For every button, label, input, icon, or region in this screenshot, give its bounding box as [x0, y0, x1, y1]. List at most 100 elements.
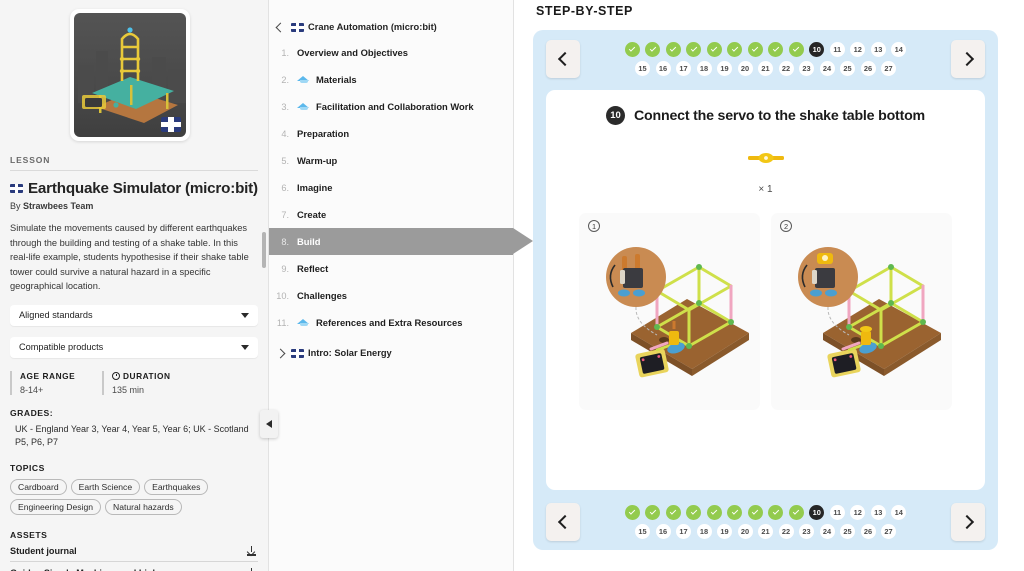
step-images: 1 2 [560, 213, 971, 410]
nav-item-overview-and-objectives[interactable]: 1. Overview and Objectives [269, 39, 513, 66]
nav-item-label: Facilitation and Collaboration Work [316, 101, 474, 112]
nav-item-label: References and Extra Resources [316, 317, 463, 328]
nav-footer-next-lesson[interactable]: Intro: Solar Energy [269, 336, 513, 358]
nav-item-number: 8. [281, 236, 289, 247]
nav-item-challenges[interactable]: 10. Challenges [269, 282, 513, 309]
step-dot-27[interactable]: 27 [881, 61, 896, 76]
step-dot-2[interactable] [645, 42, 661, 57]
step-dot-5[interactable] [706, 42, 722, 57]
step-dot-16[interactable]: 16 [655, 524, 671, 539]
step-dot-25[interactable]: 25 [840, 524, 855, 539]
step-dot-2[interactable] [645, 505, 661, 520]
step-dot-23[interactable]: 23 [799, 61, 814, 76]
step-dot-20[interactable]: 20 [737, 524, 753, 539]
step-image-1[interactable]: 1 [579, 213, 760, 410]
step-number-badge: 10 [606, 106, 626, 125]
step-dot-22[interactable]: 22 [778, 524, 794, 539]
step-dot-3[interactable] [665, 505, 681, 520]
step-dot-19[interactable]: 19 [717, 61, 732, 76]
step-dot-3[interactable] [665, 42, 681, 57]
asset-row[interactable]: Guide - Simple Machines and Linkages [10, 562, 258, 571]
topic-chip[interactable]: Engineering Design [10, 498, 102, 515]
step-dot-6[interactable] [727, 42, 743, 57]
nav-item-create[interactable]: 7. Create [269, 201, 513, 228]
step-dot-6[interactable] [727, 505, 743, 520]
step-dot-27[interactable]: 27 [881, 524, 896, 539]
step-dot-26[interactable]: 26 [860, 524, 876, 539]
step-dot-14[interactable]: 14 [891, 505, 907, 520]
step-dot-13[interactable]: 13 [870, 505, 886, 520]
step-dot-9[interactable] [788, 505, 804, 520]
next-step-button-bottom[interactable] [951, 503, 985, 541]
step-dot-22[interactable]: 22 [778, 61, 794, 76]
step-dot-1[interactable] [624, 505, 640, 520]
step-dot-7[interactable] [747, 42, 763, 57]
prev-step-button-bottom[interactable] [546, 503, 580, 541]
step-dot-17[interactable]: 17 [676, 61, 691, 76]
nav-item-warm-up[interactable]: 5. Warm-up [269, 147, 513, 174]
step-dot-21[interactable]: 21 [758, 61, 773, 76]
nav-item-number: 2. [281, 74, 289, 85]
nav-item-label: Reflect [297, 263, 329, 274]
check-icon [711, 508, 718, 515]
step-dot-8[interactable] [768, 505, 784, 520]
step-dot-8[interactable] [768, 42, 784, 57]
step-dot-9[interactable] [788, 42, 804, 57]
step-dot-19[interactable]: 19 [717, 524, 732, 539]
nav-item-facilitation-and-collaboration-work[interactable]: 3. Facilitation and Collaboration Work [269, 93, 513, 120]
step-dot-20[interactable]: 20 [737, 61, 753, 76]
divider [10, 170, 258, 171]
nav-header-prev-lesson[interactable]: Crane Automation (micro:bit) [269, 22, 513, 32]
chevron-left-icon [557, 51, 572, 67]
step-dot-18[interactable]: 18 [696, 524, 712, 539]
step-dot-4[interactable] [686, 505, 702, 520]
collapse-panel-button[interactable] [260, 410, 278, 438]
step-dot-11[interactable]: 11 [829, 42, 845, 57]
step-dot-13[interactable]: 13 [870, 42, 886, 57]
step-dot-10[interactable]: 10 [809, 505, 825, 520]
step-dot-16[interactable]: 16 [655, 61, 671, 76]
sidebar-scrollbar-thumb[interactable] [262, 232, 266, 268]
topic-chip[interactable]: Natural hazards [105, 498, 182, 515]
nav-item-imagine[interactable]: 6. Imagine [269, 174, 513, 201]
step-dot-18[interactable]: 18 [696, 61, 712, 76]
step-dot-4[interactable] [686, 42, 702, 57]
accordion-aligned-standards[interactable]: Aligned standards [10, 304, 258, 326]
nav-item-preparation[interactable]: 4. Preparation [269, 120, 513, 147]
step-dot-7[interactable] [747, 505, 763, 520]
download-icon[interactable] [247, 567, 256, 571]
step-dot-24[interactable]: 24 [819, 524, 835, 539]
topic-chip[interactable]: Earth Science [70, 478, 141, 495]
step-dot-17[interactable]: 17 [676, 524, 691, 539]
accordion-compatible-products[interactable]: Compatible products [10, 336, 258, 358]
nav-item-build[interactable]: 8. Build [269, 228, 533, 255]
step-dot-15[interactable]: 15 [635, 524, 650, 539]
step-dot-24[interactable]: 24 [819, 61, 835, 76]
nav-item-reflect[interactable]: 9. Reflect [269, 255, 513, 282]
lesson-thumbnail[interactable] [70, 9, 190, 141]
step-dot-21[interactable]: 21 [758, 524, 773, 539]
prev-step-button[interactable] [546, 40, 580, 78]
step-dot-15[interactable]: 15 [635, 61, 650, 76]
nav-item-references-and-extra-resources[interactable]: 11. References and Extra Resources [269, 309, 513, 336]
step-dot-14[interactable]: 14 [891, 42, 907, 57]
step-dot-10[interactable]: 10 [809, 42, 825, 57]
step-dot-25[interactable]: 25 [840, 61, 855, 76]
download-icon[interactable] [247, 545, 256, 556]
nav-section-list: 1. Overview and Objectives 2. Materials … [269, 39, 533, 336]
step-dot-26[interactable]: 26 [860, 61, 876, 76]
next-step-button[interactable] [951, 40, 985, 78]
nav-item-materials[interactable]: 2. Materials [269, 66, 513, 93]
step-dot-11[interactable]: 11 [829, 505, 845, 520]
asset-row[interactable]: Student journal [10, 540, 258, 562]
step-dot-23[interactable]: 23 [799, 524, 814, 539]
topic-chip[interactable]: Earthquakes [144, 478, 209, 495]
graduation-cap-icon [297, 102, 310, 112]
step-dot-5[interactable] [706, 505, 722, 520]
step-dot-1[interactable] [624, 42, 640, 57]
check-icon [793, 45, 800, 52]
step-image-2[interactable]: 2 [771, 213, 952, 410]
step-dot-12[interactable]: 12 [850, 505, 866, 520]
topic-chip[interactable]: Cardboard [10, 478, 67, 495]
step-dot-12[interactable]: 12 [850, 42, 866, 57]
